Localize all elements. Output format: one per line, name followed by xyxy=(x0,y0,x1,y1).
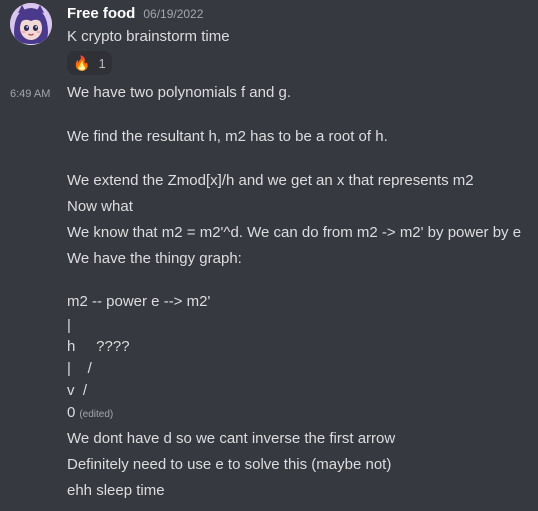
message-line: We have the thingy graph: xyxy=(67,250,242,267)
message-line: m2 -- power e --> m2' xyxy=(67,293,211,310)
reaction-count: 1 xyxy=(98,55,106,71)
message-line: h ???? xyxy=(67,338,130,355)
message-date: 06/19/2022 xyxy=(143,7,204,21)
anime-girl-avatar-icon xyxy=(10,3,52,45)
reaction-button[interactable]: 🔥 1 xyxy=(67,51,112,75)
message-line: Definitely need to use e to solve this (… xyxy=(67,456,392,473)
message-line-edited: 0 (edited) xyxy=(67,403,113,423)
message-line: We know that m2 = m2'^d. We can do from … xyxy=(67,224,522,241)
message-line: | xyxy=(67,317,71,334)
message-header: Free food 06/19/2022 xyxy=(67,5,203,25)
message-line: | / xyxy=(67,360,92,377)
message-line: We have two polynomials f and g. xyxy=(67,84,292,101)
message-line: K crypto brainstorm time xyxy=(67,28,230,45)
message-line: We find the resultant h, m2 has to be a … xyxy=(67,128,388,145)
message-line: v / xyxy=(67,382,88,399)
message-line: We dont have d so we cant inverse the fi… xyxy=(67,430,396,447)
edited-label: (edited) xyxy=(79,409,114,420)
message-line: ehh sleep time xyxy=(67,482,165,499)
author-username[interactable]: Free food xyxy=(67,5,135,22)
user-avatar[interactable] xyxy=(10,3,52,45)
message-text: 0 xyxy=(67,404,76,421)
message-line: Now what xyxy=(67,198,133,215)
fire-emoji-icon: 🔥 xyxy=(73,55,91,71)
message-line: We extend the Zmod[x]/h and we get an x … xyxy=(67,172,474,189)
message-hover-timestamp: 6:49 AM xyxy=(10,88,51,100)
